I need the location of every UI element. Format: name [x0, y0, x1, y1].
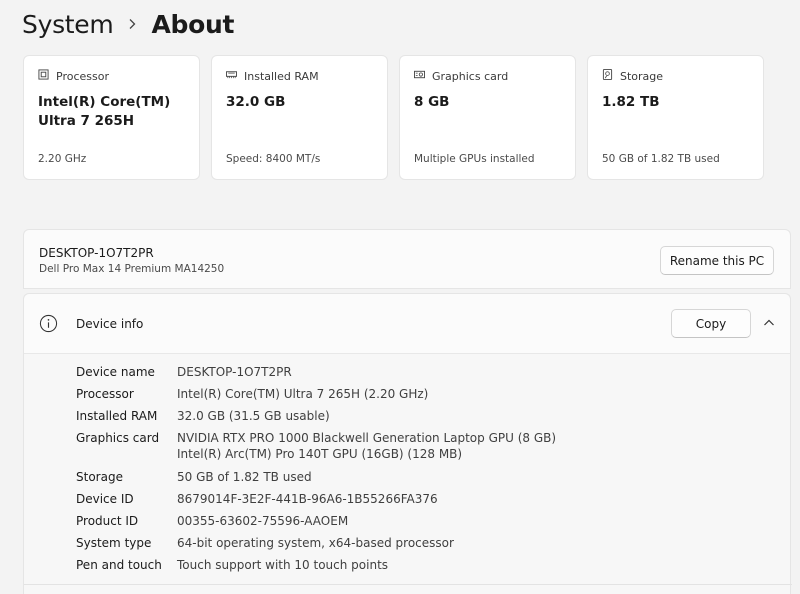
card-graphics: Graphics card 8 GB Multiple GPUs install… — [399, 55, 576, 180]
row-label: System type — [76, 536, 152, 550]
row-value: 50 GB of 1.82 TB used — [177, 470, 312, 484]
row-value: Intel(R) Core(TM) Ultra 7 265H (2.20 GHz… — [177, 387, 429, 401]
processor-icon — [38, 69, 49, 83]
info-row-pen-and-touch: Pen and touch Touch support with 10 touc… — [76, 557, 556, 579]
chevron-right-icon — [113, 18, 151, 30]
card-value: 1.82 TB — [602, 94, 660, 110]
card-processor: Processor Intel(R) Core(TM) Ultra 7 265H… — [23, 55, 200, 180]
divider — [24, 584, 792, 585]
breadcrumb-system[interactable]: System — [22, 10, 114, 39]
info-icon — [39, 314, 58, 333]
spec-cards: Processor Intel(R) Core(TM) Ultra 7 265H… — [23, 55, 764, 180]
card-label: Installed RAM — [244, 69, 319, 83]
row-value-line-1: NVIDIA RTX PRO 1000 Blackwell Generation… — [177, 431, 557, 445]
card-value: 32.0 GB — [226, 94, 286, 110]
graphics-card-icon — [414, 69, 425, 83]
card-label: Processor — [56, 69, 109, 83]
device-info-title: Device info — [76, 317, 144, 331]
rename-pc-button[interactable]: Rename this PC — [660, 246, 774, 275]
row-label: Processor — [76, 387, 134, 401]
info-row-processor: Processor Intel(R) Core(TM) Ultra 7 265H… — [76, 386, 556, 408]
row-value: Touch support with 10 touch points — [177, 558, 389, 572]
row-value: 32.0 GB (31.5 GB usable) — [177, 409, 330, 423]
pc-model: Dell Pro Max 14 Premium MA14250 — [39, 263, 225, 275]
copy-button[interactable]: Copy — [671, 309, 751, 338]
device-info-rows: Device name DESKTOP-1O7T2PR Processor In… — [76, 364, 556, 579]
card-value: 8 GB — [414, 94, 450, 110]
info-row-device-name: Device name DESKTOP-1O7T2PR — [76, 364, 556, 386]
card-sub: Multiple GPUs installed — [414, 153, 535, 165]
info-row-graphics-card: Graphics card NVIDIA RTX PRO 1000 Blackw… — [76, 430, 556, 469]
pc-name-panel: DESKTOP-1O7T2PR Dell Pro Max 14 Premium … — [23, 229, 791, 289]
row-label: Product ID — [76, 514, 139, 528]
info-row-device-id: Device ID 8679014F-3E2F-441B-96A6-1B5526… — [76, 491, 556, 513]
page-title: About — [151, 9, 235, 39]
card-storage: Storage 1.82 TB 50 GB of 1.82 TB used — [587, 55, 764, 180]
card-ram: Installed RAM 32.0 GB Speed: 8400 MT/s — [211, 55, 388, 180]
row-label: Device name — [76, 365, 155, 379]
row-value-line-2: Intel(R) Arc(TM) Pro 140T GPU (16GB) (12… — [177, 447, 463, 461]
row-value: 64-bit operating system, x64-based proce… — [177, 536, 454, 550]
row-value: DESKTOP-1O7T2PR — [177, 365, 292, 379]
row-label: Installed RAM — [76, 409, 158, 423]
card-label: Storage — [620, 69, 664, 83]
card-value: Intel(R) Core(TM) Ultra 7 265H — [38, 94, 171, 129]
row-label: Storage — [76, 470, 123, 484]
breadcrumb: System About — [22, 4, 234, 44]
storage-icon — [602, 69, 613, 83]
info-row-product-id: Product ID 00355-63602-75596-AAOEM — [76, 513, 556, 535]
about-page: System About Processor Intel(R) Core(TM)… — [0, 0, 800, 594]
card-sub: 2.20 GHz — [38, 153, 87, 165]
ram-icon — [226, 69, 237, 83]
chevron-up-icon[interactable] — [763, 318, 775, 328]
device-info-panel: Device info Copy Device name DESKTOP-1O7… — [23, 293, 792, 594]
row-label: Graphics card — [76, 431, 160, 445]
pc-name: DESKTOP-1O7T2PR — [39, 246, 154, 260]
card-label: Graphics card — [432, 69, 509, 83]
row-value: 8679014F-3E2F-441B-96A6-1B55266FA376 — [177, 492, 438, 506]
info-row-system-type: System type 64-bit operating system, x64… — [76, 535, 556, 557]
card-sub: 50 GB of 1.82 TB used — [602, 153, 720, 165]
card-sub: Speed: 8400 MT/s — [226, 153, 321, 165]
row-value: NVIDIA RTX PRO 1000 Blackwell Generation… — [177, 430, 556, 469]
info-row-installed-ram: Installed RAM 32.0 GB (31.5 GB usable) — [76, 408, 556, 430]
row-value: 00355-63602-75596-AAOEM — [177, 514, 349, 528]
row-label: Pen and touch — [76, 558, 162, 572]
row-label: Device ID — [76, 492, 134, 506]
info-row-storage: Storage 50 GB of 1.82 TB used — [76, 469, 556, 491]
device-info-header[interactable]: Device info Copy — [24, 294, 790, 354]
